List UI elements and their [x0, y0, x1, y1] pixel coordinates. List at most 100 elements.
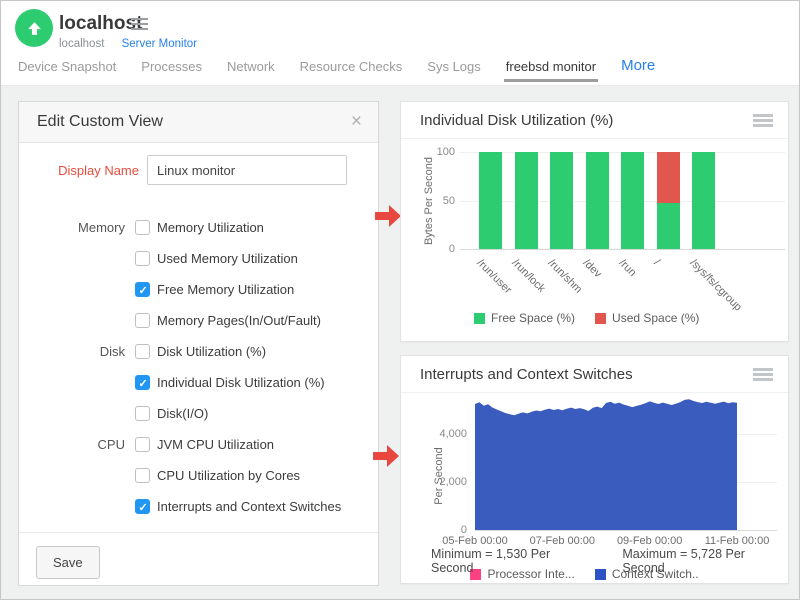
hamburger-menu-icon[interactable]: [131, 18, 148, 31]
edit-custom-view-dialog: Edit Custom View × Display Name MemoryMe…: [18, 101, 379, 586]
x-tick-label: 07-Feb 00:00: [517, 535, 607, 547]
tab-network[interactable]: Network: [225, 56, 277, 82]
bar-run-lock: [515, 152, 538, 249]
checkbox-label: CPU Utilization by Cores: [157, 468, 300, 483]
bar-sys-fs-cgroup: [692, 152, 715, 249]
tab-processes[interactable]: Processes: [139, 56, 204, 82]
category-label: /run/lock: [510, 257, 548, 295]
category-label: /: [652, 257, 663, 268]
checkbox-row-disk-i-o: Disk(I/O): [19, 398, 378, 429]
x-tick-label: 05-Feb 00:00: [430, 535, 520, 547]
chart-legend: Free Space (%) Used Space (%): [474, 311, 719, 325]
minimum-value: Minimum = 1,530 Per Second: [431, 547, 588, 575]
checkbox-row-memory-pages-in-out-fault: Memory Pages(In/Out/Fault): [19, 305, 378, 336]
free-space-segment: [586, 152, 609, 249]
x-tick-label: 11-Feb 00:00: [692, 535, 782, 547]
checkbox-free-memory-utilization[interactable]: [135, 282, 150, 297]
dialog-header: Edit Custom View ×: [19, 102, 378, 143]
legend-label: Free Space (%): [491, 311, 575, 325]
chart-minmax-row: Minimum = 1,530 Per Second Maximum = 5,7…: [431, 547, 783, 575]
page-title: localhost: [59, 13, 142, 35]
breadcrumb-host: localhost: [59, 38, 104, 50]
up-arrow-icon: [26, 20, 43, 37]
x-tick-label: 09-Feb 00:00: [605, 535, 695, 547]
checkbox-row-used-memory-utilization: Used Memory Utilization: [19, 243, 378, 274]
category-label: /sys/fs/cgroup: [687, 257, 743, 313]
checkbox-row-memory-utilization: Memory Memory Utilization: [19, 212, 378, 243]
tab-device-snapshot[interactable]: Device Snapshot: [16, 56, 118, 82]
monitor-status-icon: [15, 9, 53, 47]
checkbox-row-jvm-cpu-utilization: CPUJVM CPU Utilization: [19, 429, 378, 460]
category-label: /run/shm: [545, 257, 584, 296]
group-label-disk: Disk: [19, 344, 125, 359]
legend-label: Used Space (%): [612, 311, 699, 325]
bar-run-shm: [550, 152, 573, 249]
checkbox-memory-pages-in-out-fault[interactable]: [135, 313, 150, 328]
x-axis-line: [460, 249, 785, 250]
group-label-memory: Memory: [19, 220, 125, 235]
app-window: localhost localhost Server Monitor Devic…: [0, 0, 800, 600]
header: localhost localhost Server Monitor: [1, 1, 799, 56]
y-tick-label: 50: [421, 195, 455, 207]
checkbox-label: Disk Utilization (%): [157, 344, 266, 359]
disk-utilization-chart: Bytes Per Second050100/run/user/run/lock…: [401, 102, 788, 341]
free-space-segment: [515, 152, 538, 249]
checkbox-row-interrupts-and-context-switches: Interrupts and Context Switches: [19, 491, 378, 522]
checkbox-memory-utilization[interactable]: [135, 220, 150, 235]
category-label: /run: [616, 257, 638, 279]
checkbox-label: Used Memory Utilization: [157, 251, 298, 266]
display-name-label: Display Name: [19, 163, 139, 178]
interrupts-card: Interrupts and Context Switches Per Seco…: [400, 355, 789, 584]
checkbox-cpu-utilization-by-cores[interactable]: [135, 468, 150, 483]
checkbox-used-memory-utilization[interactable]: [135, 251, 150, 266]
free-space-segment: [621, 152, 644, 249]
tab-more[interactable]: More: [619, 56, 657, 82]
checkbox-disk-i-o[interactable]: [135, 406, 150, 421]
bar-: [657, 152, 680, 249]
display-name-input[interactable]: [147, 155, 347, 185]
y-tick-label: 0: [421, 243, 455, 255]
tab-freebsd-monitor[interactable]: freebsd monitor: [504, 56, 598, 82]
checkbox-label: Free Memory Utilization: [157, 282, 294, 297]
checkbox-disk-utilization[interactable]: [135, 344, 150, 359]
bar-run: [621, 152, 644, 249]
checkbox-label: Individual Disk Utilization (%): [157, 375, 325, 390]
checkbox-label: Memory Pages(In/Out/Fault): [157, 313, 321, 328]
x-axis-line: [475, 530, 777, 531]
checkbox-row-free-memory-utilization: Free Memory Utilization: [19, 274, 378, 305]
dialog-title: Edit Custom View: [37, 113, 163, 131]
red-arrow-icon: [373, 445, 400, 467]
disk-utilization-card: Individual Disk Utilization (%) Bytes Pe…: [400, 101, 789, 342]
bar-run-user: [479, 152, 502, 249]
checkbox-row-cpu-utilization-by-cores: CPU Utilization by Cores: [19, 460, 378, 491]
free-space-segment: [657, 203, 680, 249]
y-tick-label: 4,000: [433, 428, 467, 440]
checkbox-individual-disk-utilization[interactable]: [135, 375, 150, 390]
group-label-cpu: CPU: [19, 437, 125, 452]
checkbox-row-individual-disk-utilization: Individual Disk Utilization (%): [19, 367, 378, 398]
maximum-value: Maximum = 5,728 Per Second: [622, 547, 783, 575]
tab-bar: Device Snapshot Processes Network Resource …: [1, 56, 799, 86]
content-area: Edit Custom View × Display Name MemoryMe…: [1, 86, 799, 600]
close-icon[interactable]: ×: [351, 111, 362, 133]
checkbox-label: Memory Utilization: [157, 220, 264, 235]
checkbox-label: Interrupts and Context Switches: [157, 499, 341, 514]
red-arrow-icon: [375, 205, 402, 227]
legend-item-used-space: Used Space (%): [595, 311, 699, 325]
tab-resource-checks[interactable]: Resource Checks: [298, 56, 405, 82]
dialog-footer: Save: [19, 532, 378, 533]
free-space-segment: [692, 152, 715, 249]
server-monitor-link[interactable]: Server Monitor: [122, 38, 197, 50]
context-switches-area-series: [475, 394, 737, 530]
checkbox-jvm-cpu-utilization[interactable]: [135, 437, 150, 452]
tab-sys-logs[interactable]: Sys Logs: [425, 56, 482, 82]
y-tick-label: 2,000: [433, 476, 467, 488]
free-space-segment: [479, 152, 502, 249]
checkbox-label: Disk(I/O): [157, 406, 208, 421]
used-space-segment: [657, 152, 680, 203]
category-label: /dev: [581, 257, 604, 280]
checkbox-interrupts-and-context-switches[interactable]: [135, 499, 150, 514]
free-space-segment: [550, 152, 573, 249]
save-button[interactable]: Save: [36, 546, 100, 579]
legend-swatch: [474, 313, 485, 324]
